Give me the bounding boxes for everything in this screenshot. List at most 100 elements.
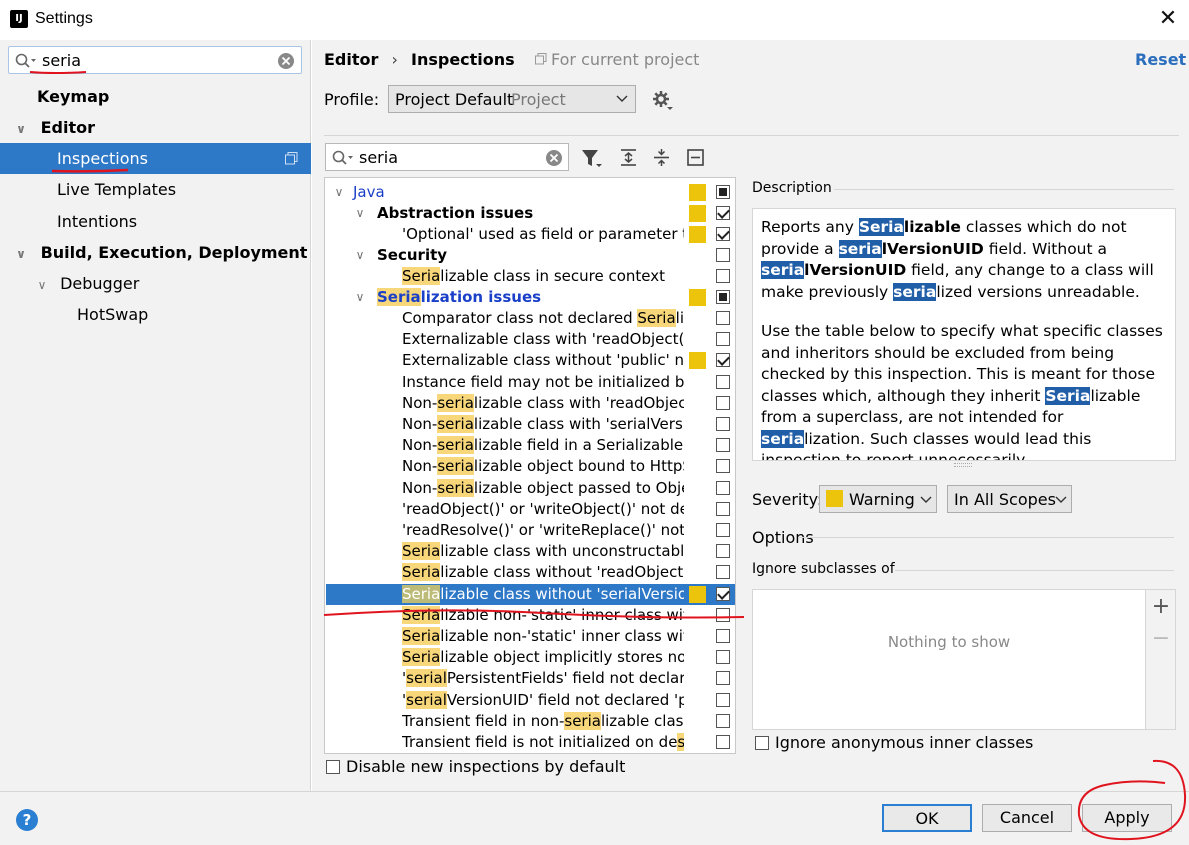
- severity-dropdown[interactable]: Warning: [819, 485, 937, 513]
- checkbox[interactable]: [716, 227, 730, 241]
- label-post: lizable non-'static' inner class with: [440, 627, 684, 645]
- checkbox[interactable]: [716, 332, 730, 347]
- search-icon[interactable]: [332, 150, 354, 166]
- intellij-icon: IJ: [8, 8, 30, 30]
- checkbox[interactable]: [716, 185, 730, 199]
- checkbox[interactable]: [716, 565, 730, 580]
- inspection-search-input[interactable]: seria: [325, 143, 569, 171]
- chevron-down-icon[interactable]: ∨: [332, 182, 346, 203]
- tree-row-inspection[interactable]: Non-serializable object passed to Obje: [326, 478, 735, 499]
- ignore-subclasses-list[interactable]: Nothing to show + −: [752, 589, 1176, 730]
- checkbox[interactable]: [716, 290, 730, 304]
- checkbox[interactable]: [716, 248, 730, 262]
- tree-row-inspection[interactable]: Serializable class with unconstructable: [326, 541, 735, 562]
- chevron-down-icon[interactable]: ∨: [353, 245, 367, 266]
- tree-item-keymap[interactable]: Keymap: [0, 81, 311, 112]
- checkbox[interactable]: [716, 523, 730, 537]
- tree-item-intentions[interactable]: Intentions: [0, 206, 311, 237]
- cancel-button[interactable]: Cancel: [982, 804, 1072, 832]
- chevron-down-icon[interactable]: ∨: [35, 270, 49, 301]
- checkbox[interactable]: [716, 206, 730, 220]
- description-panel: Reports any Serializable classes which d…: [752, 208, 1176, 461]
- ok-button[interactable]: OK: [882, 804, 972, 832]
- tree-row-inspection[interactable]: 'serialVersionUID' field not declared 'p…: [326, 690, 735, 711]
- tree-item-debugger[interactable]: ∨ Debugger: [0, 268, 311, 299]
- clear-search-icon[interactable]: [277, 52, 295, 70]
- breadcrumb-editor[interactable]: Editor: [324, 50, 378, 69]
- tree-row-inspection[interactable]: Externalizable class without 'public' no…: [326, 350, 735, 371]
- checkbox[interactable]: [716, 480, 730, 495]
- remove-icon[interactable]: −: [1146, 626, 1176, 651]
- tree-item-build[interactable]: ∨ Build, Execution, Deployment: [0, 237, 311, 268]
- tree-row-inspection[interactable]: Comparator class not declared Serializ: [326, 308, 735, 329]
- checkbox[interactable]: [716, 459, 730, 474]
- tree-label: Serializable class with unconstructable: [402, 541, 684, 562]
- add-icon[interactable]: +: [1146, 594, 1176, 619]
- tree-row-inspection[interactable]: Non-serializable field in a Serializable…: [326, 435, 735, 456]
- checkbox[interactable]: [716, 650, 730, 665]
- checkbox[interactable]: [716, 374, 730, 389]
- tree-row-serialization-issues[interactable]: ∨ Serialization issues: [326, 287, 735, 308]
- inspections-tree[interactable]: ∨ Java ∨ Abstraction issues 'Optional' u…: [324, 177, 736, 754]
- checkbox[interactable]: [716, 629, 730, 643]
- chevron-down-icon[interactable]: ∨: [353, 287, 367, 308]
- tree-row-inspection[interactable]: Non-serializable class with 'readObject: [326, 393, 735, 414]
- tree-row-inspection[interactable]: Non-serializable object bound to HttpS: [326, 456, 735, 477]
- checkbox[interactable]: [716, 692, 730, 707]
- filter-icon[interactable]: [581, 148, 603, 170]
- tree-row-inspection[interactable]: Non-serializable class with 'serialVersi…: [326, 414, 735, 435]
- checkbox[interactable]: [716, 417, 730, 431]
- scope-dropdown[interactable]: In All Scopes: [947, 485, 1072, 513]
- tree-row-inspection[interactable]: Serializable non-'static' inner class wi…: [326, 626, 735, 647]
- tree-row-inspection[interactable]: Serializable class without 'serialVersio…: [326, 583, 735, 605]
- splitter-handle[interactable]: [954, 463, 972, 467]
- tree-row-abstraction-issues[interactable]: ∨ Abstraction issues: [326, 203, 735, 224]
- checkbox[interactable]: [716, 586, 730, 601]
- tree-row-serializable-secure[interactable]: Serializable class in secure context: [326, 266, 735, 287]
- checkbox[interactable]: [716, 353, 730, 368]
- clear-search-icon[interactable]: [545, 149, 563, 167]
- chevron-down-icon[interactable]: ∨: [14, 114, 28, 145]
- checkbox[interactable]: [716, 311, 730, 325]
- checkbox[interactable]: [716, 544, 730, 559]
- help-icon[interactable]: ?: [16, 809, 38, 831]
- tree-row-java[interactable]: ∨ Java: [326, 182, 735, 203]
- project-scope-icon: [535, 53, 547, 65]
- tree-row-security[interactable]: ∨ Security: [326, 245, 735, 266]
- reset-to-default-icon[interactable]: [686, 148, 706, 168]
- ignore-anonymous-checkbox[interactable]: [755, 736, 769, 750]
- chevron-down-icon[interactable]: ∨: [14, 239, 28, 270]
- tree-row-inspection[interactable]: Transient field in non-serializable clas…: [326, 711, 735, 732]
- tree-row-inspection[interactable]: Serializable class without 'readObject(): [326, 562, 735, 583]
- checkbox[interactable]: [716, 735, 730, 749]
- checkbox[interactable]: [716, 713, 730, 728]
- tree-row-inspection[interactable]: 'serialPersistentFields' field not decla…: [326, 668, 735, 689]
- gear-icon[interactable]: [652, 90, 674, 112]
- tree-item-editor[interactable]: ∨ Editor: [0, 112, 311, 143]
- tree-row-inspection[interactable]: Serializable object implicitly stores no…: [326, 647, 735, 668]
- disable-new-checkbox[interactable]: [326, 760, 340, 774]
- chevron-down-icon[interactable]: ∨: [353, 203, 367, 224]
- settings-tree-pane: seria Keymap ∨ Editor Inspections Live T…: [0, 40, 311, 791]
- expand-all-icon[interactable]: [619, 148, 639, 168]
- tree-row-inspection[interactable]: Externalizable class with 'readObject()': [326, 329, 735, 350]
- tree-item-inspections[interactable]: Inspections: [0, 143, 311, 174]
- checkbox[interactable]: [716, 395, 730, 410]
- label-rest: lizable class in secure context: [440, 267, 665, 285]
- tree-row-inspection[interactable]: Transient field is not initialized on de…: [326, 732, 735, 753]
- checkbox[interactable]: [716, 501, 730, 516]
- tree-row-inspection[interactable]: 'readResolve()' or 'writeReplace()' not …: [326, 520, 735, 541]
- reset-link[interactable]: Reset: [1135, 50, 1186, 69]
- profile-value: Project Default: [395, 90, 514, 109]
- profile-dropdown[interactable]: Project Default Project: [388, 85, 636, 113]
- tree-item-live-templates[interactable]: Live Templates: [0, 174, 311, 205]
- close-icon[interactable]: ✕: [1158, 6, 1178, 32]
- tree-item-hotswap[interactable]: HotSwap: [0, 299, 311, 330]
- tree-row-inspection[interactable]: Instance field may not be initialized by: [326, 372, 735, 393]
- checkbox[interactable]: [716, 671, 730, 686]
- tree-row-inspection[interactable]: 'readObject()' or 'writeObject()' not de: [326, 499, 735, 520]
- collapse-all-icon[interactable]: [652, 148, 672, 168]
- tree-row-optional-field[interactable]: 'Optional' used as field or parameter ty: [326, 224, 735, 245]
- checkbox[interactable]: [716, 438, 730, 453]
- checkbox[interactable]: [716, 269, 730, 283]
